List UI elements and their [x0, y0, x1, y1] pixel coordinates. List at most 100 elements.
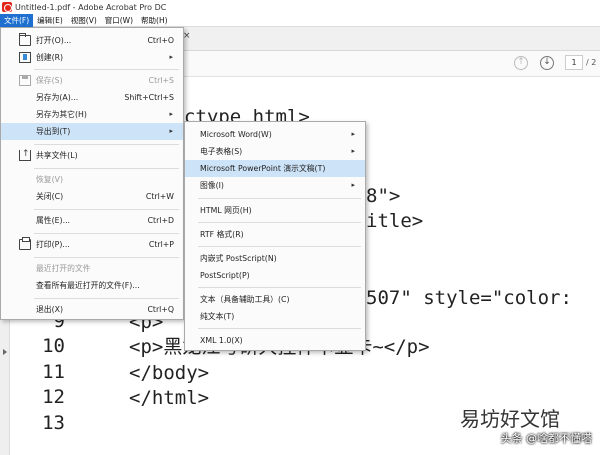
menu-window[interactable]: 窗口(W) [101, 14, 137, 27]
menu-help[interactable]: 帮助(H) [137, 14, 172, 27]
menu-item-label: 打开(O)... [36, 36, 72, 45]
menu-item-exit[interactable]: 退出(X) Ctrl+Q [1, 301, 183, 318]
window-title: Untitled-1.pdf - Adobe Acrobat Pro DC [15, 2, 167, 12]
menu-item-shortcut: Ctrl+W [145, 192, 174, 201]
tab-close-icon[interactable]: × [183, 31, 191, 41]
menu-item-revert[interactable]: 恢复(V) [1, 171, 183, 188]
menu-item-shortcut: Ctrl+D [147, 216, 174, 225]
menu-item-label: 另存为(A)... [36, 93, 79, 102]
menu-item-shortcut: Shift+Ctrl+S [124, 93, 174, 102]
line-number: 11 [42, 361, 65, 383]
export-item-spreadsheet[interactable]: 电子表格(S) ▸ [185, 143, 365, 160]
menu-item-label: 共享文件(L) [36, 151, 78, 160]
next-page-button[interactable]: ↓ [540, 56, 554, 70]
export-item-encapsulated-postscript[interactable]: 内嵌式 PostScript(N) [185, 250, 365, 267]
submenu-arrow-icon: ▸ [351, 147, 355, 155]
menu-item-label: 电子表格(S) [200, 147, 243, 156]
menu-item-label: 查看所有最近打开的文件(F)... [36, 281, 140, 290]
menu-item-label: 打印(P)... [36, 240, 70, 249]
code-line-body-close: </body> [129, 362, 210, 384]
export-item-powerpoint[interactable]: Microsoft PowerPoint 演示文稿(T) [185, 160, 365, 177]
export-item-postscript[interactable]: PostScript(P) [185, 267, 365, 284]
code-title-tail: itle> [366, 210, 424, 232]
menu-edit[interactable]: 编辑(E) [33, 14, 67, 27]
menu-separator [198, 222, 361, 223]
menu-view[interactable]: 视图(V) [67, 14, 101, 27]
menu-item-label: 图像(I) [200, 181, 224, 190]
menu-item-shortcut: Ctrl+O [147, 36, 174, 45]
line-number: 10 [42, 335, 65, 357]
export-item-image[interactable]: 图像(I) ▸ [185, 177, 365, 194]
menu-item-save[interactable]: 保存(S) Ctrl+S [1, 72, 183, 89]
submenu-arrow-icon: ▸ [169, 110, 173, 118]
menu-bar: 文件(F) 编辑(E) 视图(V) 窗口(W) 帮助(H) [0, 13, 600, 27]
menu-separator [34, 209, 179, 210]
menu-separator [34, 257, 179, 258]
menu-item-shortcut: Ctrl+S [148, 76, 174, 85]
menu-separator [34, 298, 179, 299]
menu-item-label: XML 1.0(X) [200, 336, 243, 345]
export-item-html[interactable]: HTML 网页(H) [185, 202, 365, 219]
watermark-sub-text: 头条 @啥都不懂嗒 [500, 432, 593, 445]
submenu-arrow-icon: ▸ [351, 181, 355, 189]
submenu-arrow-icon: ▸ [169, 127, 173, 135]
menu-item-create[interactable]: 创建(R) ▸ [1, 49, 183, 66]
code-meta-tail: 8"> [366, 185, 401, 207]
page-number-input[interactable]: 1 [565, 55, 583, 70]
code-line-html-close: </html> [129, 387, 210, 409]
menu-item-share-file[interactable]: 共享文件(L) [1, 146, 183, 164]
prev-page-button[interactable]: ↑ [514, 56, 528, 70]
create-pdf-icon [19, 52, 31, 63]
menu-item-view-all-recent[interactable]: 查看所有最近打开的文件(F)... [1, 277, 183, 294]
export-item-xml[interactable]: XML 1.0(X) [185, 332, 365, 349]
menu-item-label: 恢复(V) [36, 175, 64, 184]
menu-item-print[interactable]: 打印(P)... Ctrl+P [1, 236, 183, 253]
code-style-tail: 507" style="color: [366, 287, 572, 309]
export-item-text-accessible[interactable]: 文本（具备辅助工具）(C) [185, 291, 365, 308]
share-icon [19, 146, 31, 163]
menu-item-label: 另存为其它(H) [36, 110, 87, 119]
menu-item-recent-files: 最近打开的文件 [1, 260, 183, 277]
menu-item-shortcut: Ctrl+Q [147, 305, 174, 314]
menu-separator [34, 168, 179, 169]
watermark: 易坊好文馆 头条 @啥都不懂嗒 [460, 403, 600, 455]
menu-item-shortcut: Ctrl+P [148, 240, 174, 249]
line-number: 13 [42, 412, 65, 434]
save-disk-icon [19, 75, 31, 86]
menu-item-label: Microsoft Word(W) [200, 130, 272, 139]
menu-separator [198, 246, 361, 247]
menu-item-properties[interactable]: 属性(E)... Ctrl+D [1, 212, 183, 229]
menu-separator [198, 328, 361, 329]
menu-item-label: 最近打开的文件 [36, 264, 91, 273]
menu-item-label: 退出(X) [36, 305, 64, 314]
submenu-arrow-icon: ▸ [169, 53, 173, 61]
watermark-main-text: 易坊好文馆 [460, 407, 560, 431]
menu-item-export-to[interactable]: 导出到(T) ▸ [1, 123, 183, 140]
export-item-word[interactable]: Microsoft Word(W) ▸ [185, 126, 365, 143]
menu-item-label: PostScript(P) [200, 271, 250, 280]
menu-item-open[interactable]: 打开(O)... Ctrl+O [1, 32, 183, 49]
printer-icon [19, 237, 31, 250]
menu-separator [198, 287, 361, 288]
menu-item-label: 导出到(T) [36, 127, 71, 136]
menu-separator [34, 69, 179, 70]
menu-file[interactable]: 文件(F) [0, 13, 34, 27]
menu-item-label: 文本（具备辅助工具）(C) [200, 295, 290, 304]
menu-item-label: 纯文本(T) [200, 312, 235, 321]
open-folder-icon [19, 33, 31, 46]
menu-item-label: 创建(R) [36, 53, 64, 62]
export-item-rtf[interactable]: RTF 格式(R) [185, 226, 365, 243]
menu-item-label: RTF 格式(R) [200, 230, 244, 239]
title-bar: Untitled-1.pdf - Adobe Acrobat Pro DC [0, 0, 600, 14]
menu-item-save-as-other[interactable]: 另存为其它(H) ▸ [1, 106, 183, 123]
menu-separator [198, 198, 361, 199]
export-item-plain-text[interactable]: 纯文本(T) [185, 308, 365, 325]
expand-panel-icon[interactable] [3, 349, 7, 355]
acrobat-app-icon [2, 2, 12, 12]
menu-item-save-as[interactable]: 另存为(A)... Shift+Ctrl+S [1, 89, 183, 106]
menu-separator [34, 233, 179, 234]
page-total: / 2 [586, 58, 597, 67]
menu-item-close[interactable]: 关闭(C) Ctrl+W [1, 188, 183, 205]
export-submenu: Microsoft Word(W) ▸ 电子表格(S) ▸ Microsoft … [184, 121, 366, 351]
menu-item-label: HTML 网页(H) [200, 206, 252, 215]
